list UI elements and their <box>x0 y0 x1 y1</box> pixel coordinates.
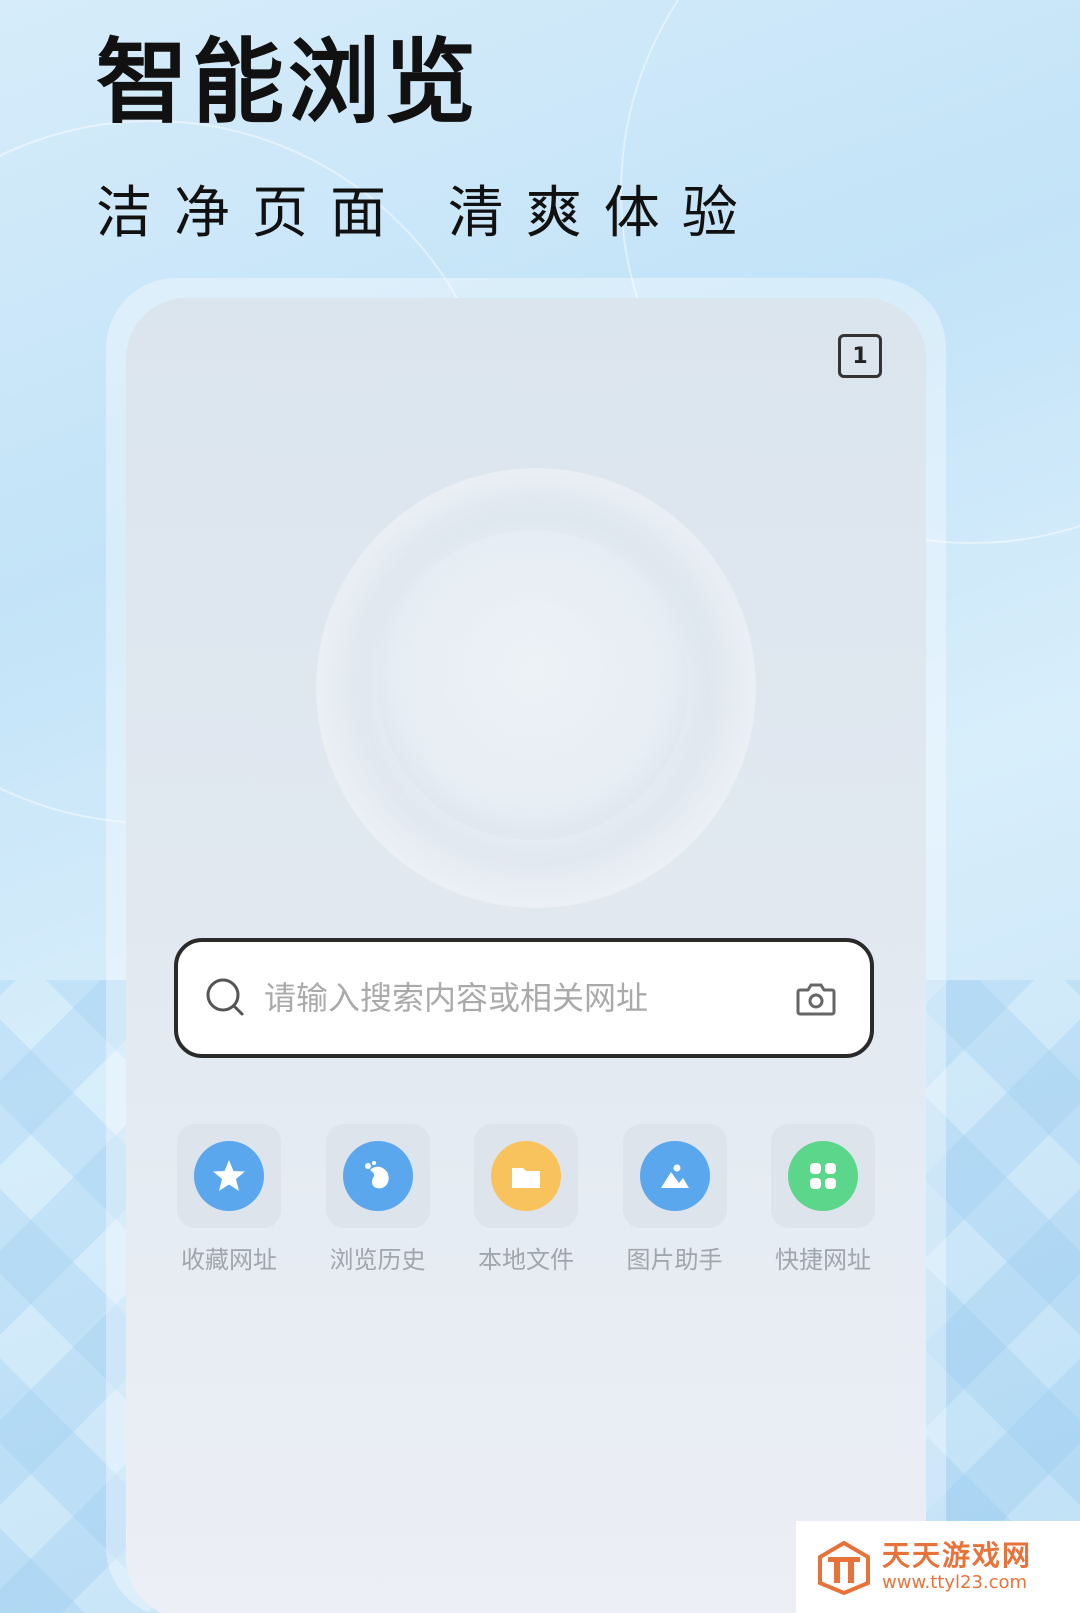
search-icon <box>206 978 244 1016</box>
shortcut-quick-links[interactable]: 快捷网址 <box>768 1124 878 1275</box>
shortcut-tile <box>771 1124 875 1228</box>
watermark: 天天游戏网 www.ttyl23.com <box>796 1521 1080 1613</box>
folder-icon <box>491 1141 561 1211</box>
shortcut-grid: 收藏网址 浏览历史 本地文件 图片助手 快捷网址 <box>174 1124 878 1275</box>
search-input[interactable] <box>262 978 792 1018</box>
shortcut-bookmarks[interactable]: 收藏网址 <box>174 1124 284 1275</box>
shortcut-image-helper[interactable]: 图片助手 <box>620 1124 730 1275</box>
watermark-name: 天天游戏网 <box>882 1538 1033 1572</box>
shortcut-label: 浏览历史 <box>329 1246 426 1274</box>
camera-icon[interactable] <box>792 974 840 1022</box>
shortcut-label: 收藏网址 <box>181 1246 277 1274</box>
history-icon <box>342 1141 413 1211</box>
watermark-logo-icon <box>818 1540 870 1596</box>
shortcut-label: 图片助手 <box>626 1246 723 1274</box>
shortcut-label: 快捷网址 <box>775 1246 871 1274</box>
search-bar[interactable] <box>174 938 874 1058</box>
shortcut-local-files[interactable]: 本地文件 <box>471 1124 581 1275</box>
hero-subtitle: 洁净页面 清爽体验 <box>96 181 760 246</box>
star-icon <box>194 1141 264 1211</box>
shortcut-tile <box>474 1124 578 1228</box>
image-icon <box>639 1141 710 1211</box>
shortcut-history[interactable]: 浏览历史 <box>323 1124 433 1275</box>
watermark-url: www.ttyl23.com <box>882 1571 1028 1593</box>
phone-screen: 1 收藏网址 <box>126 298 926 1613</box>
shortcut-tile <box>177 1124 281 1228</box>
clover-icon <box>788 1141 858 1211</box>
shortcut-label: 本地文件 <box>478 1246 574 1274</box>
shortcut-tile <box>622 1124 727 1228</box>
promo-page: 智能浏览 洁净页面 清爽体验 1 收藏 <box>0 0 1080 1613</box>
tab-count-button[interactable]: 1 <box>838 334 882 378</box>
decorative-orb <box>378 530 688 840</box>
hero-title: 智能浏览 <box>96 29 481 136</box>
shortcut-tile <box>325 1124 430 1228</box>
